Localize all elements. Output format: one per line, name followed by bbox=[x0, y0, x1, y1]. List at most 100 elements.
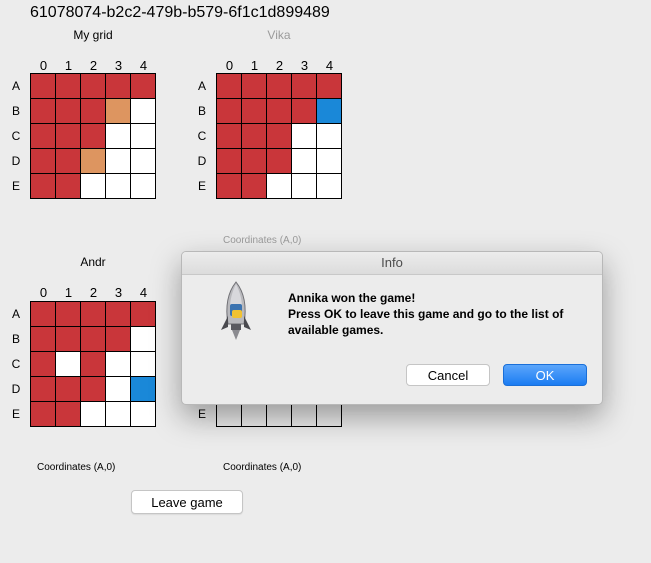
column-label: 2 bbox=[275, 58, 284, 73]
grid-cell[interactable] bbox=[106, 377, 130, 401]
grid-cell[interactable] bbox=[31, 352, 55, 376]
grid-cell[interactable] bbox=[31, 149, 55, 173]
column-label: 3 bbox=[300, 58, 309, 73]
grid-cell[interactable] bbox=[292, 402, 316, 426]
grid-cell[interactable] bbox=[217, 402, 241, 426]
grid-cell[interactable] bbox=[106, 149, 130, 173]
grid-cell[interactable] bbox=[217, 74, 241, 98]
grid-cell[interactable] bbox=[131, 174, 155, 198]
grid-cell[interactable] bbox=[217, 174, 241, 198]
grid-cell[interactable] bbox=[31, 377, 55, 401]
grid-cell[interactable] bbox=[106, 352, 130, 376]
grid-cell[interactable] bbox=[242, 174, 266, 198]
grid-cell[interactable] bbox=[106, 174, 130, 198]
grid-cell[interactable] bbox=[292, 149, 316, 173]
game-grid bbox=[30, 73, 156, 199]
grid-cell[interactable] bbox=[131, 402, 155, 426]
grid-cell[interactable] bbox=[81, 99, 105, 123]
grid-cell[interactable] bbox=[317, 174, 341, 198]
grid-cell[interactable] bbox=[106, 74, 130, 98]
row-label: A bbox=[197, 79, 206, 93]
grid-cell[interactable] bbox=[317, 402, 341, 426]
grid-cell[interactable] bbox=[242, 124, 266, 148]
grid-cell[interactable] bbox=[56, 149, 80, 173]
ok-button[interactable]: OK bbox=[503, 364, 587, 386]
grid-cell[interactable] bbox=[267, 74, 291, 98]
grid-cell[interactable] bbox=[106, 402, 130, 426]
grid-cell[interactable] bbox=[31, 402, 55, 426]
grid-cell[interactable] bbox=[106, 302, 130, 326]
row-label: C bbox=[197, 129, 207, 143]
grid-cell[interactable] bbox=[56, 74, 80, 98]
column-label: 1 bbox=[64, 58, 73, 73]
grid-cell[interactable] bbox=[292, 99, 316, 123]
leave-game-button[interactable]: Leave game bbox=[131, 490, 243, 514]
grid-cell[interactable] bbox=[31, 327, 55, 351]
grid-cell[interactable] bbox=[317, 74, 341, 98]
grid-cell[interactable] bbox=[131, 377, 155, 401]
grid-cell[interactable] bbox=[56, 327, 80, 351]
grid-cell[interactable] bbox=[217, 99, 241, 123]
row-label: C bbox=[11, 129, 21, 143]
grid-cell[interactable] bbox=[56, 302, 80, 326]
grid-cell[interactable] bbox=[81, 352, 105, 376]
grid-cell[interactable] bbox=[31, 99, 55, 123]
grid-cell[interactable] bbox=[56, 377, 80, 401]
grid-cell[interactable] bbox=[242, 99, 266, 123]
coordinates-label: Coordinates (A,0) bbox=[37, 462, 116, 473]
grid-cell[interactable] bbox=[31, 74, 55, 98]
grid-cell[interactable] bbox=[81, 302, 105, 326]
grid-cell[interactable] bbox=[317, 99, 341, 123]
grid-cell[interactable] bbox=[106, 99, 130, 123]
grid-cell[interactable] bbox=[81, 74, 105, 98]
grid-cell[interactable] bbox=[317, 124, 341, 148]
grid-cell[interactable] bbox=[31, 124, 55, 148]
grid-cell[interactable] bbox=[31, 174, 55, 198]
coordinates-label: Coordinates (A,0) bbox=[223, 462, 302, 473]
grid-cell[interactable] bbox=[81, 174, 105, 198]
grid-cell[interactable] bbox=[56, 124, 80, 148]
grid-cell[interactable] bbox=[267, 99, 291, 123]
column-label: 0 bbox=[225, 58, 234, 73]
grid-cell[interactable] bbox=[267, 124, 291, 148]
column-label: 4 bbox=[139, 58, 148, 73]
grid-cell[interactable] bbox=[81, 402, 105, 426]
grid-cell[interactable] bbox=[81, 149, 105, 173]
grid-cell[interactable] bbox=[81, 124, 105, 148]
grid-cell[interactable] bbox=[242, 74, 266, 98]
row-label: E bbox=[11, 407, 20, 421]
grid-cell[interactable] bbox=[56, 352, 80, 376]
row-label: D bbox=[197, 154, 207, 168]
column-label: 4 bbox=[139, 285, 148, 300]
grid-cell[interactable] bbox=[131, 302, 155, 326]
grid-cell[interactable] bbox=[131, 352, 155, 376]
grid-cell[interactable] bbox=[242, 149, 266, 173]
grid-cell[interactable] bbox=[267, 174, 291, 198]
grid-cell[interactable] bbox=[131, 327, 155, 351]
grid-cell[interactable] bbox=[56, 174, 80, 198]
grid-cell[interactable] bbox=[292, 74, 316, 98]
grid-cell[interactable] bbox=[317, 149, 341, 173]
grid-cell[interactable] bbox=[267, 402, 291, 426]
grid-cell[interactable] bbox=[217, 149, 241, 173]
grid-cell[interactable] bbox=[131, 74, 155, 98]
grid-cell[interactable] bbox=[292, 174, 316, 198]
grid-cell[interactable] bbox=[56, 402, 80, 426]
grid-cell[interactable] bbox=[106, 327, 130, 351]
cancel-button[interactable]: Cancel bbox=[406, 364, 490, 386]
grid-cell[interactable] bbox=[292, 124, 316, 148]
grid-cell[interactable] bbox=[217, 124, 241, 148]
grid-cell[interactable] bbox=[131, 99, 155, 123]
grid-cell[interactable] bbox=[31, 302, 55, 326]
grid-cell[interactable] bbox=[81, 327, 105, 351]
grid-cell[interactable] bbox=[242, 402, 266, 426]
grid-cell[interactable] bbox=[106, 124, 130, 148]
info-dialog: Info Annika won the game! Press OK to le… bbox=[181, 251, 603, 405]
grid-cell[interactable] bbox=[131, 149, 155, 173]
grid-cell[interactable] bbox=[131, 124, 155, 148]
column-label: 0 bbox=[39, 285, 48, 300]
column-label: 1 bbox=[250, 58, 259, 73]
grid-cell[interactable] bbox=[56, 99, 80, 123]
grid-cell[interactable] bbox=[267, 149, 291, 173]
grid-cell[interactable] bbox=[81, 377, 105, 401]
